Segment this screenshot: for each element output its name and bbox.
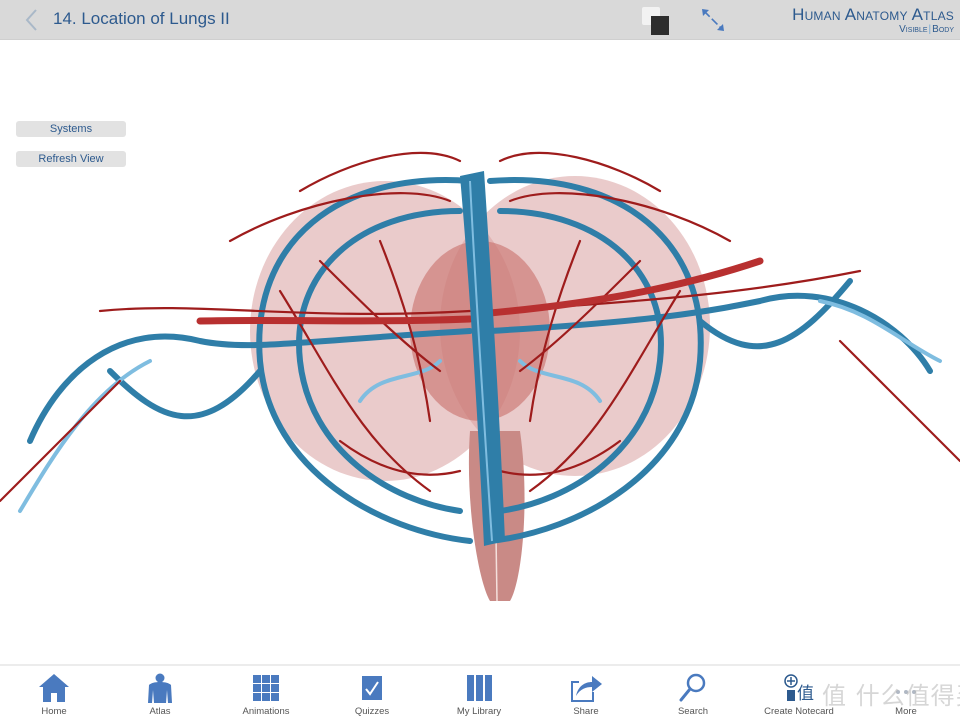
expand-arrows-icon — [702, 9, 724, 31]
header-bar: 14. Location of Lungs II Human Anatomy A… — [0, 0, 960, 40]
fullscreen-button[interactable] — [700, 7, 726, 33]
bottom-tab-bar: Home Atlas Animations Quizzes My Library… — [0, 664, 960, 720]
refresh-view-button[interactable]: Refresh View — [16, 151, 126, 167]
tab-more[interactable]: More — [853, 666, 959, 720]
brand-logo: Human Anatomy Atlas Visible|Body — [792, 6, 954, 36]
chevron-left-icon — [25, 9, 37, 31]
brand-title: Human Anatomy Atlas — [792, 5, 954, 24]
back-button[interactable] — [22, 6, 42, 34]
tab-label: Quizzes — [354, 706, 390, 717]
checkbox-icon — [362, 676, 382, 700]
brand-sub-left: Visible — [899, 24, 928, 35]
tab-home[interactable]: Home — [1, 666, 107, 720]
tab-label: My Library — [456, 706, 502, 717]
notecard-icon: 值 — [784, 674, 814, 704]
tab-search[interactable]: Search — [640, 666, 746, 720]
tab-my-library[interactable]: My Library — [426, 666, 532, 720]
anatomy-3d-viewport[interactable] — [0, 41, 960, 663]
circulatory-model-render[interactable] — [0, 41, 960, 663]
tab-label: More — [895, 706, 917, 717]
tab-create-notecard[interactable]: 值 Create Notecard — [746, 666, 852, 720]
more-icon — [896, 690, 916, 694]
tab-label: Atlas — [149, 706, 171, 717]
grid-icon — [253, 675, 279, 701]
share-icon — [571, 676, 602, 702]
tab-label: Search — [677, 706, 709, 717]
home-icon — [39, 674, 69, 702]
systems-button[interactable]: Systems — [16, 121, 126, 137]
brand-subtitle: Visible|Body — [899, 24, 954, 35]
tab-label: Animations — [242, 706, 290, 717]
tab-animations[interactable]: Animations — [213, 666, 319, 720]
search-icon — [679, 673, 706, 702]
tab-share[interactable]: Share — [533, 666, 639, 720]
brand-sub-right: Body — [932, 24, 954, 35]
page-title: 14. Location of Lungs II — [53, 9, 230, 28]
tab-label: Create Notecard — [764, 706, 834, 717]
tab-atlas[interactable]: Atlas — [107, 666, 213, 720]
library-icon — [467, 675, 492, 701]
tab-quizzes[interactable]: Quizzes — [319, 666, 425, 720]
svg-text:值: 值 — [797, 684, 814, 704]
layer-toggle-button[interactable] — [642, 7, 672, 35]
tab-label: Share — [573, 706, 599, 717]
tab-label: Home — [41, 706, 67, 717]
body-icon — [148, 673, 172, 703]
